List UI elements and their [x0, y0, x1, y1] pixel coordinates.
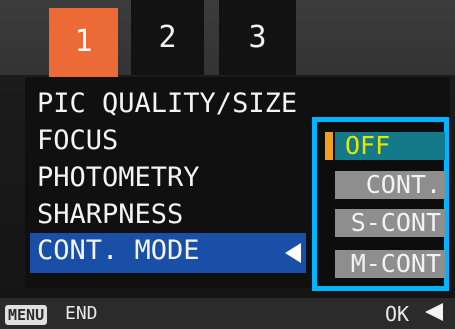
menu-item-focus[interactable]: FOCUS [37, 123, 118, 159]
option-cursor-marker [325, 132, 333, 160]
ok-hint-label: OK [385, 302, 410, 326]
camera-menu-screen: 1 2 3 PIC QUALITY/SIZE FOCUS PHOTOMETRY … [0, 0, 455, 329]
option-cont[interactable]: CONT. [335, 171, 445, 199]
left-arrow-icon [425, 303, 443, 321]
menu-item-cont-mode[interactable]: CONT. MODE [37, 233, 200, 269]
end-hint-label: END [65, 303, 98, 324]
tab-1[interactable]: 1 [49, 8, 118, 79]
option-off[interactable]: OFF [335, 132, 445, 160]
tab-3[interactable]: 3 [219, 0, 296, 75]
selection-arrow-icon [285, 243, 301, 263]
tab-1-label: 1 [74, 24, 93, 59]
menu-item-pic-quality-size[interactable]: PIC QUALITY/SIZE [37, 86, 297, 122]
menu-item-sharpness[interactable]: SHARPNESS [37, 197, 183, 233]
menu-button-icon: MENU [5, 305, 48, 325]
option-m-cont[interactable]: M-CONT [335, 250, 445, 278]
menu-item-photometry[interactable]: PHOTOMETRY [37, 160, 200, 196]
tab-3-label: 3 [248, 20, 267, 55]
tab-2[interactable]: 2 [131, 0, 204, 75]
tab-2-label: 2 [158, 20, 177, 55]
option-s-cont[interactable]: S-CONT [335, 209, 445, 237]
